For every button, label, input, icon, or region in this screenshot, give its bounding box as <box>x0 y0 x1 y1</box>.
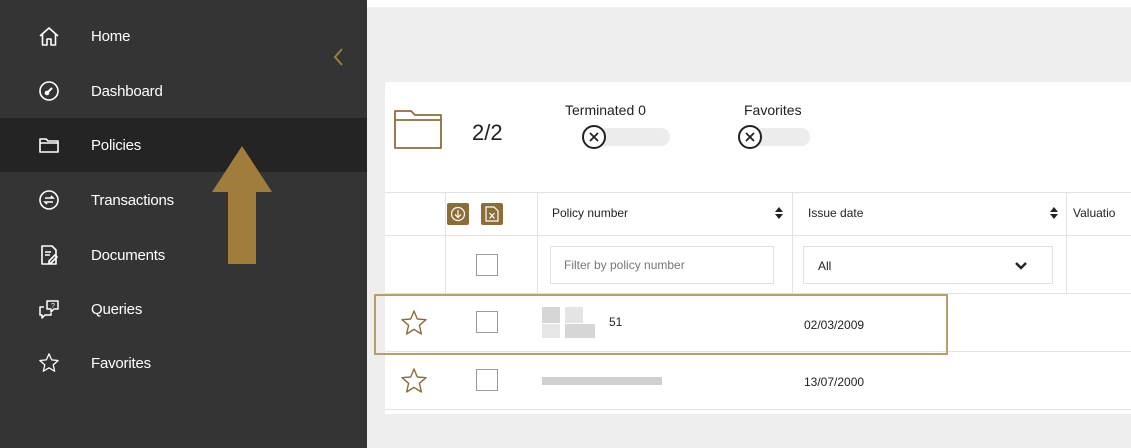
policies-card: 2/2 Terminated 0 Favorites Policy number… <box>385 82 1131 414</box>
excel-icon <box>485 206 499 222</box>
sidebar-item-transactions[interactable]: Transactions <box>0 173 367 227</box>
sidebar-item-label: Home <box>91 27 131 45</box>
sidebar-item-documents[interactable]: Documents <box>0 228 367 282</box>
terminated-toggle[interactable] <box>582 125 672 149</box>
document-icon <box>38 244 60 266</box>
redacted-policy-number <box>542 324 560 338</box>
top-bar <box>367 0 1131 7</box>
sort-icon[interactable] <box>774 205 784 221</box>
policy-number-suffix: 51 <box>609 315 623 329</box>
download-button[interactable] <box>447 203 469 225</box>
column-header-valuation[interactable]: Valuatio <box>1073 206 1115 220</box>
redacted-policy-number <box>542 377 662 385</box>
sidebar-item-label: Policies <box>91 136 142 154</box>
filter-row: All <box>385 236 1131 294</box>
favorites-label: Favorites <box>744 102 802 118</box>
svg-text:?: ? <box>51 303 55 310</box>
sidebar-item-label: Favorites <box>91 354 151 372</box>
policy-number-filter-input[interactable] <box>550 246 774 284</box>
sidebar-item-dashboard[interactable]: Dashboard <box>0 64 367 118</box>
select-all-checkbox[interactable] <box>476 254 498 276</box>
redacted-policy-number <box>565 307 583 323</box>
chevron-down-icon <box>1015 262 1027 270</box>
star-icon[interactable] <box>400 309 428 337</box>
sidebar-item-label: Dashboard <box>91 82 163 100</box>
star-icon[interactable] <box>400 367 428 395</box>
folder-icon <box>38 134 60 156</box>
terminated-filter: Terminated 0 <box>565 102 672 149</box>
table-row[interactable]: 51 02/03/2009 <box>385 294 1131 352</box>
terminated-label: Terminated 0 <box>565 102 646 118</box>
dashboard-icon <box>38 80 60 102</box>
issue-date-cell: 02/03/2009 <box>804 318 865 332</box>
sidebar-item-label: Documents <box>91 246 166 264</box>
star-icon <box>38 352 60 374</box>
download-icon <box>450 206 466 222</box>
sidebar: Home Dashboard Policies Transactions Doc… <box>0 0 367 448</box>
redacted-policy-number <box>565 324 595 338</box>
issue-date-cell: 13/07/2000 <box>804 375 865 389</box>
policy-count: 2/2 <box>472 120 503 145</box>
sort-icon[interactable] <box>1049 205 1059 221</box>
issue-date-select[interactable]: All <box>803 246 1053 284</box>
folder-icon <box>394 110 442 149</box>
transactions-icon <box>38 189 60 211</box>
export-excel-button[interactable] <box>481 203 503 225</box>
issue-date-select-value: All <box>818 259 832 273</box>
sidebar-item-queries[interactable]: ? Queries <box>0 282 367 336</box>
sidebar-item-label: Transactions <box>91 191 174 209</box>
sidebar-item-label: Queries <box>91 300 143 318</box>
row-checkbox[interactable] <box>476 311 498 333</box>
close-icon <box>582 125 606 149</box>
sidebar-item-favorites[interactable]: Favorites <box>0 336 367 390</box>
favorites-toggle[interactable] <box>738 125 828 149</box>
row-checkbox[interactable] <box>476 369 498 391</box>
queries-icon: ? <box>38 298 60 320</box>
sidebar-item-home[interactable]: Home <box>0 9 367 63</box>
favorites-filter: Favorites <box>738 102 828 149</box>
table-row[interactable]: 13/07/2000 <box>385 352 1131 410</box>
close-icon <box>738 125 762 149</box>
table-header: Policy number Issue date Valuatio <box>385 192 1131 236</box>
sidebar-item-policies[interactable]: Policies <box>0 118 367 172</box>
column-header-issue-date[interactable]: Issue date <box>808 206 863 220</box>
column-header-policy-number[interactable]: Policy number <box>552 206 628 220</box>
main-content: 2/2 Terminated 0 Favorites Policy number… <box>367 0 1131 448</box>
home-icon <box>38 25 60 47</box>
redacted-policy-number <box>542 307 560 323</box>
annotation-arrow-up <box>212 146 272 264</box>
toggle-track <box>596 128 670 146</box>
